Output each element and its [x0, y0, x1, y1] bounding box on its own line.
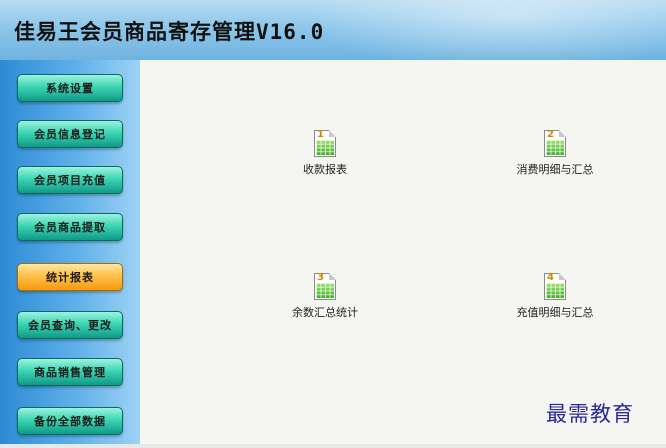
bottom-strip: [0, 444, 666, 448]
report-label: 充值明细与汇总: [516, 306, 594, 319]
nav-button-member-query-edit[interactable]: 会员查询、更改: [17, 311, 123, 339]
app-title: 佳易王会员商品寄存管理V16.0: [14, 20, 325, 44]
report-consumption-detail[interactable]: 2 消费明细与汇总: [490, 129, 620, 180]
nav-button-system-settings[interactable]: 系统设置: [17, 74, 123, 102]
nav-button-goods-pickup[interactable]: 会员商品提取: [17, 213, 123, 241]
report-number: 3: [317, 272, 324, 283]
report-number: 4: [547, 272, 554, 283]
spreadsheet-report-icon[interactable]: 2: [542, 129, 568, 158]
main-panel: 1 收款报表 2 消费明细与汇总 3 余数汇总统计 4 充值明细与汇总: [140, 60, 666, 444]
report-label: 余数汇总统计: [292, 306, 358, 319]
report-label: 消费明细与汇总: [516, 163, 594, 176]
nav-button-sales-management[interactable]: 商品销售管理: [17, 358, 123, 386]
report-recharge-detail[interactable]: 4 充值明细与汇总: [490, 272, 620, 323]
sidebar: 系统设置 会员信息登记 会员项目充值 会员商品提取 统计报表 会员查询、更改 商…: [0, 60, 140, 444]
nav-button-backup-data[interactable]: 备份全部数据: [17, 407, 123, 435]
nav-button-member-registration[interactable]: 会员信息登记: [17, 120, 123, 148]
report-label: 收款报表: [303, 163, 347, 176]
report-collections[interactable]: 1 收款报表: [260, 129, 390, 180]
app-header: 佳易王会员商品寄存管理V16.0: [0, 0, 666, 60]
report-number: 1: [317, 129, 324, 140]
spreadsheet-report-icon[interactable]: 4: [542, 272, 568, 301]
spreadsheet-report-icon[interactable]: 3: [312, 272, 338, 301]
watermark: 最需教育: [546, 402, 634, 426]
nav-button-member-recharge[interactable]: 会员项目充值: [17, 166, 123, 194]
spreadsheet-report-icon[interactable]: 1: [312, 129, 338, 158]
report-balance-summary[interactable]: 3 余数汇总统计: [260, 272, 390, 323]
report-number: 2: [547, 129, 554, 140]
nav-button-statistics-reports[interactable]: 统计报表: [17, 263, 123, 291]
